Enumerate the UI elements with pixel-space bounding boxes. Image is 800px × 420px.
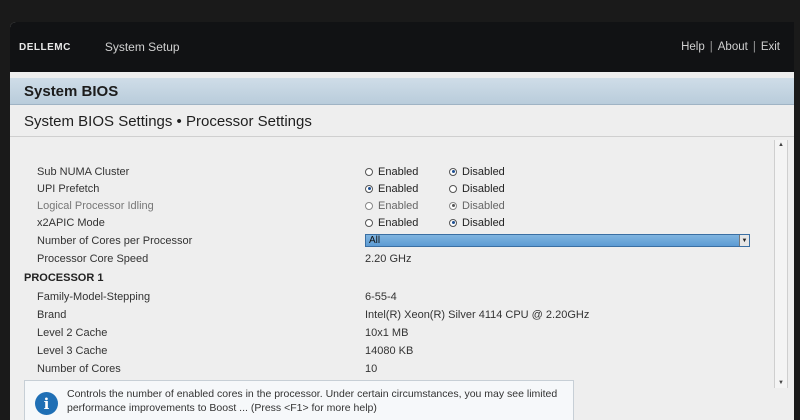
radio-icon [449,184,457,193]
info-label: Level 2 Cache [37,326,108,339]
vertical-scrollbar[interactable]: ▲ ▼ [774,140,788,388]
top-links: Help | About | Exit [681,41,780,53]
help-text: Controls the number of enabled cores in … [67,388,558,414]
info-label: Brand [37,308,67,321]
info-value: 6-55-4 [365,290,397,303]
radio-disabled[interactable]: Disabled [449,166,505,178]
processor-section-heading: PROCESSOR 1 [24,272,104,284]
info-row-family-model-stepping: Family-Model-Stepping 6-55-4 [10,288,772,305]
bios-screen: DELLEMC System Setup Help | About | Exit Sys… [10,22,794,420]
radio-label: Enabled [378,165,419,178]
about-link[interactable]: About [718,41,748,53]
radio-icon [365,167,373,176]
radio-label: Enabled [378,216,419,229]
radio-disabled: Disabled [449,200,505,212]
info-row-level-2-cache: Level 2 Cache 10x1 MB [10,324,772,341]
setting-row-x2apic-mode: x2APIC Mode Enabled Disabled [10,214,772,231]
info-value: 10x1 MB [365,326,409,339]
system-bios-header: System BIOS [10,78,794,105]
radio-disabled[interactable]: Disabled [449,183,505,195]
info-row-level-3-cache: Level 3 Cache 14080 KB [10,342,772,359]
help-info-box: i Controls the number of enabled cores i… [24,380,574,420]
setting-label: Logical Processor Idling [37,199,154,212]
help-link[interactable]: Help [681,41,705,53]
radio-selected-icon [449,201,457,210]
setting-row-logical-processor-idling: Logical Processor Idling Enabled Disable… [10,197,772,214]
info-label: Number of Cores [37,362,121,375]
setting-label: UPI Prefetch [37,182,100,195]
app-title: System Setup [104,40,180,54]
setting-label: Number of Cores per Processor [37,234,193,247]
radio-label: Disabled [462,199,505,212]
radio-enabled[interactable]: Enabled [365,166,418,178]
setting-row-cores-per-processor: Number of Cores per Processor All ▼ [10,232,772,249]
radio-label: Disabled [462,216,505,229]
setting-row-upi-prefetch: UPI Prefetch Enabled Disabled [10,180,772,197]
setting-label: Sub NUMA Cluster [37,165,130,178]
bios-header-title: System BIOS [24,82,119,100]
info-row-number-of-cores: Number of Cores 10 [10,360,772,377]
setting-row-sub-numa-cluster: Sub NUMA Cluster Enabled Disabled [10,163,772,180]
info-row-brand: Brand Intel(R) Xeon(R) Silver 4114 CPU @… [10,306,772,323]
info-label: Level 3 Cache [37,344,108,357]
radio-selected-icon [449,218,457,227]
radio-label: Disabled [462,165,505,178]
radio-enabled[interactable]: Enabled [365,183,418,195]
radio-enabled[interactable]: Enabled [365,217,418,229]
radio-enabled: Enabled [365,200,418,212]
link-separator: | [709,41,713,53]
info-value: 10 [365,362,378,375]
radio-icon [365,201,373,210]
radio-selected-icon [449,167,457,176]
scroll-up-icon[interactable]: ▲ [775,140,787,150]
setting-label: x2APIC Mode [37,216,105,229]
exit-link[interactable]: Exit [761,41,780,53]
link-separator: | [752,41,756,53]
info-value: 14080 KB [365,344,414,357]
select-value: All [369,235,381,246]
title-divider [10,136,794,137]
radio-disabled[interactable]: Disabled [449,217,505,229]
setting-row-processor-core-speed: Processor Core Speed 2.20 GHz [10,250,772,267]
info-value: Intel(R) Xeon(R) Silver 4114 CPU @ 2.20G… [365,308,590,321]
info-label: Family-Model-Stepping [37,290,151,303]
radio-selected-icon [365,184,373,193]
radio-label: Disabled [462,182,505,195]
cores-per-processor-select[interactable]: All ▼ [365,234,750,247]
radio-icon [365,218,373,227]
radio-label: Enabled [378,182,419,195]
dell-emc-logo: DELLEMC [19,41,71,53]
scroll-down-icon[interactable]: ▼ [775,378,787,388]
page-title: System BIOS Settings • Processor Setting… [24,113,312,130]
setting-value: 2.20 GHz [365,252,412,265]
radio-label: Enabled [378,199,419,212]
info-icon: i [35,392,58,415]
setting-label: Processor Core Speed [37,252,149,265]
top-bar: DELLEMC System Setup Help | About | Exit [10,22,794,72]
dropdown-arrow-icon[interactable]: ▼ [739,235,749,246]
